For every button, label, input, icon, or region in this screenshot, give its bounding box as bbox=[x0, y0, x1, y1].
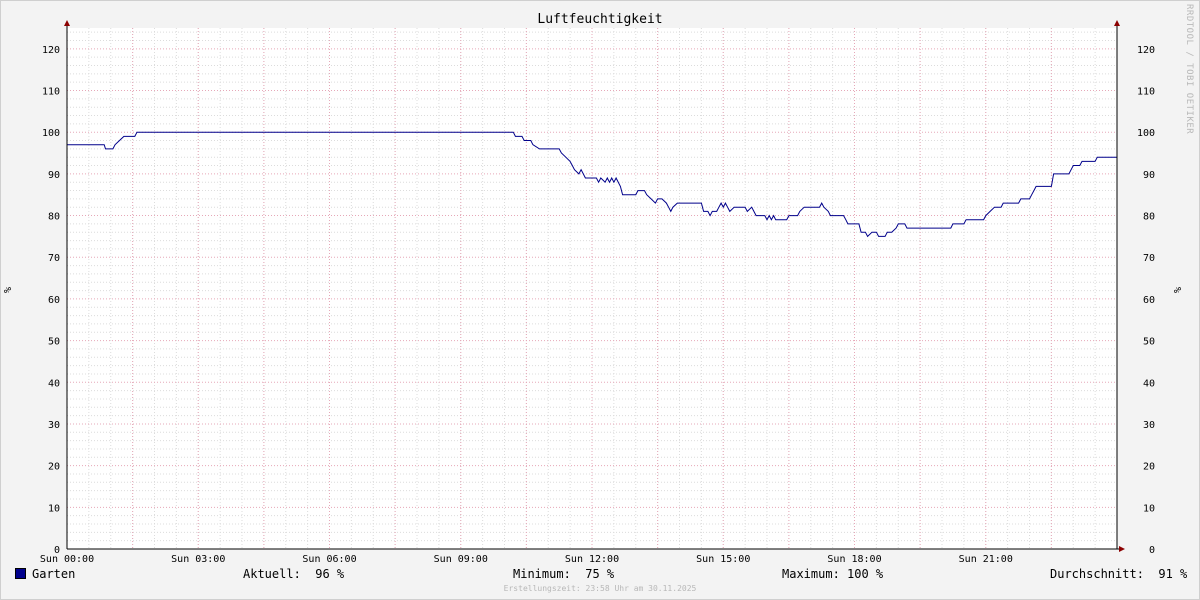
stat-avg-label: Durchschnitt: bbox=[1050, 567, 1144, 581]
y-tick-label-left: 50 bbox=[48, 337, 60, 348]
y-tick-label-left: 80 bbox=[48, 212, 60, 223]
y-tick-label-right: 70 bbox=[1143, 253, 1155, 264]
y-axis-arrow-left bbox=[64, 20, 70, 26]
y-tick-label-left: 100 bbox=[42, 128, 60, 139]
y-axis-arrow-right bbox=[1114, 20, 1120, 26]
x-tick-label: Sun 12:00 bbox=[565, 554, 619, 565]
grid-layer bbox=[66, 28, 1118, 549]
y-tick-label-right: 50 bbox=[1143, 337, 1155, 348]
y-tick-label-left: 40 bbox=[48, 378, 60, 389]
stat-current-label: Aktuell: bbox=[243, 567, 301, 581]
legend-item-garten: Garten bbox=[15, 567, 75, 581]
stat-current: Aktuell: 96 % bbox=[243, 567, 344, 581]
y-tick-label-right: 110 bbox=[1137, 87, 1155, 98]
stat-max-value: 100 % bbox=[847, 567, 884, 581]
y-tick-label-left: 30 bbox=[48, 420, 60, 431]
stat-avg-value: 91 % bbox=[1158, 567, 1188, 581]
y-tick-label-right: 30 bbox=[1143, 420, 1155, 431]
y-tick-label-right: 80 bbox=[1143, 212, 1155, 223]
stat-maximum: Maximum: 100 % bbox=[782, 567, 883, 581]
creation-time: Erstellungszeit: 23:58 Uhr am 30.11.2025 bbox=[503, 584, 697, 593]
stat-average: Durchschnitt: 91 % bbox=[1050, 567, 1187, 581]
y-tick-label-right: 0 bbox=[1149, 545, 1155, 556]
x-tick-label: Sun 00:00 bbox=[40, 554, 94, 565]
y-tick-label-right: 100 bbox=[1137, 128, 1155, 139]
y-axis-label-left: % bbox=[3, 287, 14, 293]
x-tick-label: Sun 18:00 bbox=[827, 554, 881, 565]
legend-label: Garten bbox=[32, 567, 76, 581]
legend-swatch bbox=[15, 568, 26, 579]
rrdtool-credit: RRDTOOL / TOBI OETIKER bbox=[1184, 4, 1194, 135]
y-tick-label-left: 70 bbox=[48, 253, 60, 264]
y-tick-label-left: 20 bbox=[48, 462, 60, 473]
x-tick-label: Sun 21:00 bbox=[959, 554, 1013, 565]
stat-current-value: 96 % bbox=[315, 567, 345, 581]
y-tick-label-left: 10 bbox=[48, 503, 60, 514]
y-tick-label-left: 90 bbox=[48, 170, 60, 181]
y-tick-label-left: 110 bbox=[42, 87, 60, 98]
y-tick-label-left: 120 bbox=[42, 45, 60, 56]
x-tick-label: Sun 03:00 bbox=[171, 554, 225, 565]
chart-plot: Luftfeuchtigkeit % % 0 010 1020 2030 3040 405… bbox=[3, 12, 1184, 565]
y-tick-label-right: 20 bbox=[1143, 462, 1155, 473]
y-tick-label-right: 40 bbox=[1143, 378, 1155, 389]
y-tick-label-right: 90 bbox=[1143, 170, 1155, 181]
y-tick-label-right: 60 bbox=[1143, 295, 1155, 306]
y-tick-label-right: 120 bbox=[1137, 45, 1155, 56]
chart-title: Luftfeuchtigkeit bbox=[537, 12, 662, 27]
x-tick-label: Sun 15:00 bbox=[696, 554, 750, 565]
stat-minimum: Minimum: 75 % bbox=[513, 567, 614, 581]
x-axis-arrow bbox=[1119, 546, 1125, 552]
y-tick-label-left: 60 bbox=[48, 295, 60, 306]
y-tick-label-right: 10 bbox=[1143, 503, 1155, 514]
stat-min-label: Minimum: bbox=[513, 567, 571, 581]
x-tick-label: Sun 06:00 bbox=[302, 554, 356, 565]
stat-min-value: 75 % bbox=[585, 567, 615, 581]
y-axis-label-right: % bbox=[1173, 287, 1184, 293]
x-tick-label: Sun 09:00 bbox=[434, 554, 488, 565]
stat-max-label: Maximum: bbox=[782, 567, 840, 581]
